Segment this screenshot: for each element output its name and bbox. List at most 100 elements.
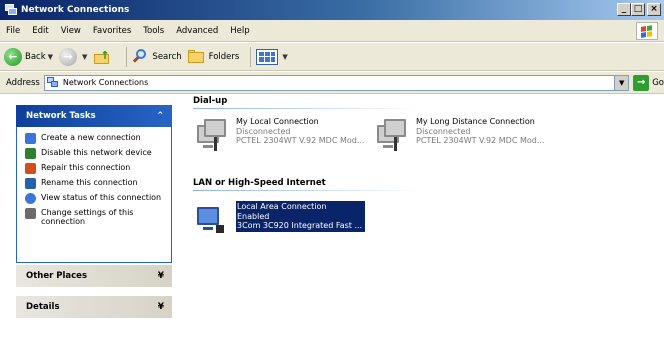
folders-button[interactable]: Folders bbox=[187, 49, 240, 64]
views-dropdown-icon[interactable]: ▼ bbox=[282, 53, 287, 61]
lan-connection-icon bbox=[194, 201, 230, 237]
menu-tools[interactable]: Tools bbox=[143, 26, 164, 36]
menu-file[interactable]: File bbox=[6, 26, 20, 36]
other-places-header[interactable]: Other Places ¥ bbox=[16, 265, 172, 287]
toolbar-separator bbox=[126, 46, 128, 67]
task-label: Disable this network device bbox=[41, 148, 152, 157]
task-view-status[interactable]: View status of this connection bbox=[25, 193, 165, 204]
expand-chevron-icon[interactable]: ¥ bbox=[158, 271, 164, 281]
network-tasks-title: Network Tasks bbox=[26, 111, 96, 121]
connection-device: 3Com 3C920 Integrated Fast ... bbox=[237, 221, 363, 230]
details-header[interactable]: Details ¥ bbox=[16, 296, 172, 318]
change-settings-icon bbox=[25, 208, 36, 219]
connection-details: Local Area Connection Enabled 3Com 3C920… bbox=[236, 201, 366, 232]
connection-name: My Local Connection bbox=[236, 117, 319, 126]
back-label: Back bbox=[25, 51, 46, 62]
dialup-divider bbox=[193, 108, 423, 109]
dialup-connection-icon bbox=[194, 117, 230, 153]
go-label: Go bbox=[652, 77, 664, 88]
connections-view: Dial-up My Local Connection Disconnected… bbox=[180, 95, 664, 343]
connection-status: Disconnected bbox=[236, 126, 291, 136]
address-dropdown-icon[interactable]: ▼ bbox=[614, 75, 629, 90]
connection-details: My Local Connection Disconnected PCTEL 2… bbox=[236, 117, 364, 146]
close-button[interactable]: × bbox=[647, 3, 661, 16]
forward-arrow-icon: → bbox=[59, 47, 78, 66]
back-button[interactable]: ← Back ▼ bbox=[4, 47, 53, 66]
search-label: Search bbox=[152, 51, 182, 62]
new-connection-icon bbox=[25, 133, 36, 144]
menu-help[interactable]: Help bbox=[230, 26, 249, 36]
network-tasks-header[interactable]: Network Tasks ⌃ bbox=[16, 105, 172, 127]
menu-edit[interactable]: Edit bbox=[32, 26, 48, 36]
go-button[interactable]: → Go bbox=[633, 74, 664, 91]
task-label: Change settings of this connection bbox=[41, 208, 134, 226]
task-label: Rename this connection bbox=[41, 178, 138, 187]
other-places-panel: Other Places ¥ bbox=[16, 265, 172, 287]
expand-chevron-icon[interactable]: ¥ bbox=[158, 302, 164, 312]
task-repair-connection[interactable]: Repair this connection bbox=[25, 163, 165, 174]
windows-logo-icon bbox=[636, 22, 658, 40]
folders-label: Folders bbox=[208, 51, 240, 62]
disable-device-icon bbox=[25, 148, 36, 159]
menu-advanced[interactable]: Advanced bbox=[176, 26, 218, 36]
folders-icon bbox=[187, 49, 206, 64]
task-disable-network-device[interactable]: Disable this network device bbox=[25, 148, 165, 159]
task-pane: Network Tasks ⌃ Create a new connection … bbox=[0, 95, 180, 343]
details-panel: Details ¥ bbox=[16, 296, 172, 318]
menu-bar: File Edit View Favorites Tools Advanced … bbox=[0, 20, 664, 42]
maximize-button[interactable]: □ bbox=[631, 3, 645, 16]
task-rename-connection[interactable]: Rename this connection bbox=[25, 178, 165, 189]
collapse-chevron-icon[interactable]: ⌃ bbox=[156, 111, 164, 121]
network-connections-icon bbox=[4, 3, 18, 17]
connection-name: My Long Distance Connection bbox=[416, 117, 535, 126]
toolbar: ← Back ▼ → ▼ ↑ Search Folders ▼ bbox=[0, 43, 664, 71]
lan-group-title: LAN or High-Speed Internet bbox=[193, 178, 326, 188]
repair-connection-icon bbox=[25, 163, 36, 174]
details-title: Details bbox=[26, 302, 60, 312]
other-places-title: Other Places bbox=[26, 271, 87, 281]
window-title: Network Connections bbox=[21, 5, 130, 15]
back-dropdown-icon[interactable]: ▼ bbox=[48, 53, 53, 61]
connection-status: Disconnected bbox=[416, 126, 471, 136]
lan-divider bbox=[193, 190, 423, 191]
menu-view[interactable]: View bbox=[61, 26, 81, 36]
address-input[interactable]: Network Connections ▼ bbox=[43, 74, 630, 91]
connection-my-local[interactable]: My Local Connection Disconnected PCTEL 2… bbox=[194, 117, 364, 153]
back-arrow-icon: ← bbox=[4, 47, 22, 66]
network-tasks-list: Create a new connection Disable this net… bbox=[16, 127, 172, 263]
folder-up-icon: ↑ bbox=[93, 49, 111, 65]
dialup-group-title: Dial-up bbox=[193, 96, 228, 106]
views-button[interactable]: ▼ bbox=[256, 48, 288, 65]
window-controls: _ □ × bbox=[617, 3, 661, 16]
search-icon bbox=[132, 48, 149, 65]
task-label: Repair this connection bbox=[41, 163, 131, 172]
connection-name: Local Area Connection bbox=[237, 202, 327, 211]
network-connections-icon bbox=[46, 76, 59, 89]
connection-status: Enabled bbox=[237, 211, 270, 221]
task-change-settings[interactable]: Change settings of this connection bbox=[25, 208, 165, 226]
views-icon bbox=[256, 48, 279, 65]
task-label: View status of this connection bbox=[41, 193, 162, 202]
forward-dropdown-icon[interactable]: ▼ bbox=[82, 53, 87, 61]
rename-connection-icon bbox=[25, 178, 36, 189]
task-create-new-connection[interactable]: Create a new connection bbox=[25, 133, 165, 144]
up-folder-button[interactable]: ↑ bbox=[93, 49, 115, 65]
connection-device: PCTEL 2304WT V.92 MDC Mod... bbox=[236, 136, 365, 145]
connection-my-long-distance[interactable]: My Long Distance Connection Disconnected… bbox=[374, 117, 544, 153]
task-label: Create a new connection bbox=[41, 133, 141, 142]
address-value: Network Connections bbox=[62, 78, 149, 87]
network-tasks-panel: Network Tasks ⌃ Create a new connection … bbox=[16, 105, 172, 263]
minimize-button[interactable]: _ bbox=[617, 3, 631, 16]
toolbar-separator bbox=[250, 46, 252, 67]
connection-details: My Long Distance Connection Disconnected… bbox=[416, 117, 544, 146]
title-bar: Network Connections _ □ × bbox=[0, 0, 664, 20]
go-arrow-icon: → bbox=[633, 74, 650, 91]
address-label: Address bbox=[6, 77, 40, 88]
connection-device: PCTEL 2304WT V.92 MDC Mod... bbox=[416, 136, 545, 145]
dialup-connection-icon bbox=[374, 117, 410, 153]
menu-favorites[interactable]: Favorites bbox=[93, 26, 131, 36]
search-button[interactable]: Search bbox=[132, 48, 182, 65]
connection-local-area[interactable]: Local Area Connection Enabled 3Com 3C920… bbox=[194, 201, 366, 237]
view-status-icon bbox=[25, 193, 36, 204]
forward-button[interactable]: → ▼ bbox=[59, 47, 87, 66]
